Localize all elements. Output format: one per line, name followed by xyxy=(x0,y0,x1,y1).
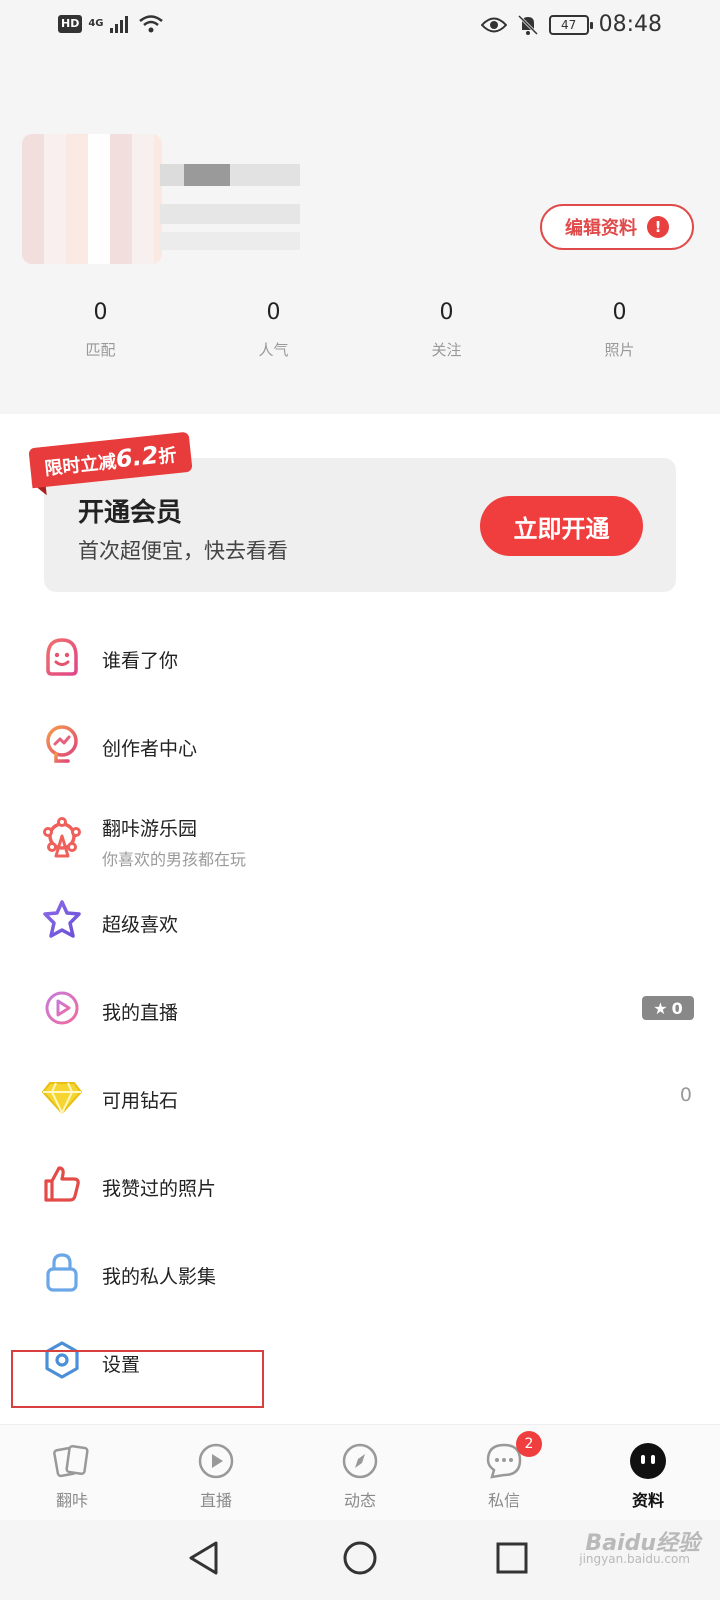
home-icon[interactable] xyxy=(342,1540,378,1576)
menu-label: 我的私人影集 xyxy=(102,1266,217,1288)
status-bar: HD 4G 47 08:48 xyxy=(0,0,720,54)
stat-match[interactable]: 0 匹配 xyxy=(14,299,187,360)
menu-label: 可用钻石 xyxy=(102,1090,179,1112)
face-icon xyxy=(46,638,78,676)
stat-label: 关注 xyxy=(431,341,462,359)
diamond-count: 0 xyxy=(679,1084,692,1106)
nav-label: 私信 xyxy=(487,1491,520,1510)
stat-value: 0 xyxy=(439,300,454,325)
stat-following[interactable]: 0 关注 xyxy=(360,299,533,360)
edit-profile-button[interactable]: 编辑资料 ! xyxy=(540,204,694,250)
stat-value: 0 xyxy=(93,300,108,325)
cards-icon xyxy=(53,1445,89,1478)
compass-icon xyxy=(342,1443,378,1479)
nav-tab-profile[interactable]: 资料 xyxy=(576,1425,720,1520)
menu-label: 我赞过的照片 xyxy=(102,1178,217,1200)
bottom-nav: 翻咔 直播 动态 私信 2 资料 xyxy=(0,1424,720,1520)
back-icon[interactable] xyxy=(186,1540,220,1576)
eye-icon xyxy=(480,17,507,32)
vip-title: 开通会员 xyxy=(78,498,183,528)
menu-item-super-like[interactable]: 超级喜欢 xyxy=(0,878,720,966)
username-blurred xyxy=(160,164,300,186)
vip-tag-prefix: 限时立减 xyxy=(43,451,118,480)
user-info-blurred xyxy=(160,204,300,224)
user-info-blurred-2 xyxy=(160,232,300,250)
diamond-icon xyxy=(42,1082,82,1114)
profile-face-icon xyxy=(630,1443,666,1479)
stat-popularity[interactable]: 0 人气 xyxy=(187,299,360,360)
menu-item-diamonds[interactable]: 可用钻石 0 xyxy=(0,1054,720,1142)
signal-icon xyxy=(109,16,128,33)
battery-indicator: 47 xyxy=(548,14,593,35)
menu-sublabel: 你喜欢的男孩都在玩 xyxy=(102,850,247,869)
menu-item-visitors[interactable]: 谁看了你 xyxy=(0,614,720,702)
star-icon xyxy=(43,900,81,938)
profile-header: 编辑资料 ! 0 匹配 0 人气 0 关注 0 照片 xyxy=(0,54,720,414)
lock-icon xyxy=(46,1253,78,1292)
stat-label: 照片 xyxy=(604,341,635,359)
nav-tab-live[interactable]: 直播 xyxy=(144,1425,288,1520)
nav-tab-messages[interactable]: 私信 2 xyxy=(432,1425,576,1520)
profile-stats: 0 匹配 0 人气 0 关注 0 照片 xyxy=(0,299,720,360)
vip-tag-suffix: 折 xyxy=(157,445,178,468)
hd-badge: HD xyxy=(58,15,83,33)
edit-profile-label: 编辑资料 xyxy=(565,218,637,239)
stat-label: 人气 xyxy=(258,341,289,359)
nav-label: 动态 xyxy=(343,1491,376,1510)
menu-item-playground[interactable]: 翻咔游乐园 你喜欢的男孩都在玩 xyxy=(0,790,720,878)
unread-badge: 2 xyxy=(516,1431,542,1457)
menu-item-liked-photos[interactable]: 我赞过的照片 xyxy=(0,1142,720,1230)
menu-label: 谁看了你 xyxy=(102,650,179,672)
nav-tab-fanka[interactable]: 翻咔 xyxy=(0,1425,144,1520)
clock: 08:48 xyxy=(598,12,662,37)
stat-value: 0 xyxy=(612,300,627,325)
stat-photos[interactable]: 0 照片 xyxy=(533,299,706,360)
activate-vip-button[interactable]: 立即开通 xyxy=(480,496,643,556)
menu-label: 我的直播 xyxy=(102,1002,179,1024)
stat-value: 0 xyxy=(266,300,281,325)
menu-item-private-album[interactable]: 我的私人影集 xyxy=(0,1230,720,1318)
status-left: HD 4G xyxy=(58,14,164,34)
vip-tag-value: 6.2 xyxy=(114,441,160,474)
nav-label: 直播 xyxy=(199,1491,232,1510)
menu-item-my-live[interactable]: 我的直播 ★ 0 xyxy=(0,966,720,1054)
nav-tab-feed[interactable]: 动态 xyxy=(288,1425,432,1520)
avatar[interactable] xyxy=(22,134,162,264)
vip-subtitle: 首次超便宜，快去看看 xyxy=(78,539,288,563)
nav-label: 资料 xyxy=(631,1491,664,1510)
menu-label: 创作者中心 xyxy=(102,738,198,760)
recents-icon[interactable] xyxy=(496,1542,528,1574)
network-type: 4G xyxy=(88,18,104,29)
thumbs-up-icon xyxy=(44,1166,80,1202)
star-badge-icon: ★ xyxy=(653,998,668,1018)
live-star-badge: ★ 0 xyxy=(642,996,694,1020)
creator-icon xyxy=(46,725,78,763)
bell-off-icon xyxy=(517,14,538,35)
menu-item-creator-center[interactable]: 创作者中心 xyxy=(0,702,720,790)
status-right: 47 08:48 xyxy=(480,12,662,37)
settings-highlight-box xyxy=(11,1350,264,1408)
ferris-wheel-icon xyxy=(43,817,81,858)
watermark-url: jingyan.baidu.com xyxy=(579,1552,690,1566)
menu-label: 翻咔游乐园 xyxy=(102,818,198,840)
warning-icon: ! xyxy=(647,216,669,238)
live-play-icon xyxy=(45,991,79,1025)
play-icon xyxy=(198,1443,234,1479)
wifi-icon xyxy=(138,15,163,33)
stat-label: 匹配 xyxy=(85,341,116,359)
nav-label: 翻咔 xyxy=(55,1491,88,1510)
live-badge-count: 0 xyxy=(671,998,683,1018)
menu-label: 超级喜欢 xyxy=(102,914,179,936)
